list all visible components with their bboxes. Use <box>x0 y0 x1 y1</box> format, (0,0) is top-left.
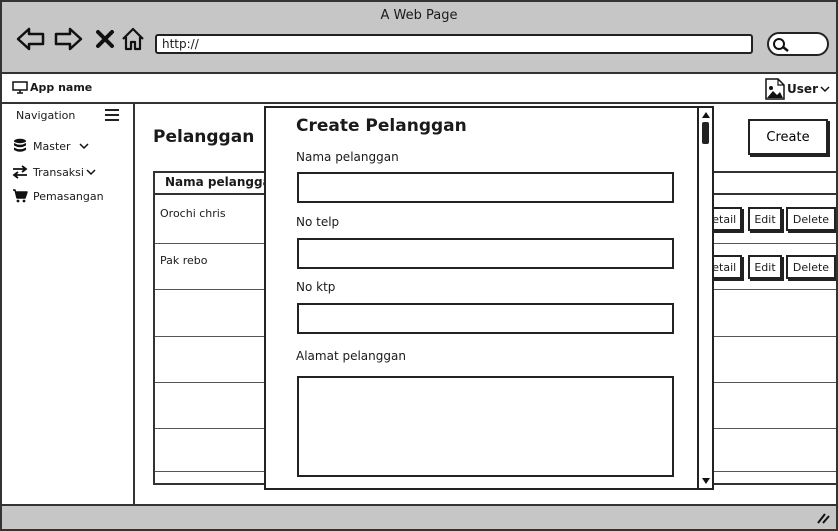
user-menu[interactable]: User <box>765 78 830 100</box>
delete-button[interactable]: Delete <box>786 255 836 279</box>
sidebar-item-label: Transaksi <box>33 165 84 179</box>
browser-search-input[interactable] <box>767 32 829 56</box>
no-telp-label: No telp <box>296 215 340 229</box>
chevron-down-icon <box>820 86 830 93</box>
home-icon[interactable] <box>118 24 148 54</box>
monitor-icon <box>12 81 28 94</box>
close-icon[interactable] <box>90 24 120 54</box>
sidebar-item-master[interactable]: Master <box>12 138 89 154</box>
nama-pelanggan-label: Nama pelanggan <box>296 150 399 164</box>
window-title: A Web Page <box>380 8 458 23</box>
hamburger-menu-icon[interactable] <box>105 109 119 121</box>
no-ktp-label: No ktp <box>296 280 336 294</box>
browser-titlebar: A Web Page http:// <box>2 2 836 74</box>
alamat-pelanggan-label: Alamat pelanggan <box>296 349 406 363</box>
dialog-title: Create Pelanggan <box>296 116 467 136</box>
sidebar: Navigation Master Transaksi Pemasangan <box>2 104 135 504</box>
search-icon <box>773 38 789 52</box>
scroll-thumb[interactable] <box>702 122 709 144</box>
app-name-label: App name <box>30 81 93 94</box>
delete-button[interactable]: Delete <box>786 207 836 231</box>
dialog-scrollbar[interactable] <box>697 108 712 488</box>
app-name[interactable]: App name <box>12 81 92 94</box>
sidebar-item-label: Pemasangan <box>33 189 104 203</box>
browser-window: A Web Page http:// App name User Navigat… <box>0 0 838 531</box>
user-image-icon <box>765 78 785 100</box>
scroll-up-icon[interactable] <box>701 110 711 120</box>
edit-button[interactable]: Edit <box>748 255 782 279</box>
chevron-down-icon <box>79 143 89 150</box>
cart-icon <box>13 189 28 203</box>
table-cell-name: Orochi chris <box>160 207 226 220</box>
sidebar-heading: Navigation <box>16 109 76 122</box>
transfer-icon <box>12 165 28 179</box>
no-telp-input[interactable] <box>297 238 674 269</box>
alamat-pelanggan-textarea[interactable] <box>297 376 674 477</box>
resize-grip-icon[interactable] <box>816 512 830 524</box>
nama-pelanggan-input[interactable] <box>297 172 674 203</box>
chevron-down-icon <box>86 169 96 176</box>
url-input[interactable]: http:// <box>155 34 753 54</box>
create-button[interactable]: Create <box>748 119 828 155</box>
scroll-down-icon[interactable] <box>701 476 711 486</box>
create-pelanggan-dialog: Create Pelanggan Nama pelanggan No telp … <box>264 106 714 490</box>
no-ktp-input[interactable] <box>297 303 674 334</box>
page-title: Pelanggan <box>153 127 255 147</box>
database-icon <box>14 138 26 152</box>
sidebar-item-label: Master <box>33 139 71 153</box>
browser-statusbar <box>2 504 836 529</box>
user-label: User <box>787 82 818 96</box>
back-arrow-icon[interactable] <box>16 24 46 54</box>
sidebar-item-pemasangan[interactable]: Pemasangan <box>12 189 104 203</box>
edit-button[interactable]: Edit <box>748 207 782 231</box>
sidebar-item-transaksi[interactable]: Transaksi <box>12 165 96 179</box>
app-header: App name User <box>2 74 836 104</box>
forward-arrow-icon[interactable] <box>53 24 83 54</box>
table-cell-name: Pak rebo <box>160 254 208 267</box>
